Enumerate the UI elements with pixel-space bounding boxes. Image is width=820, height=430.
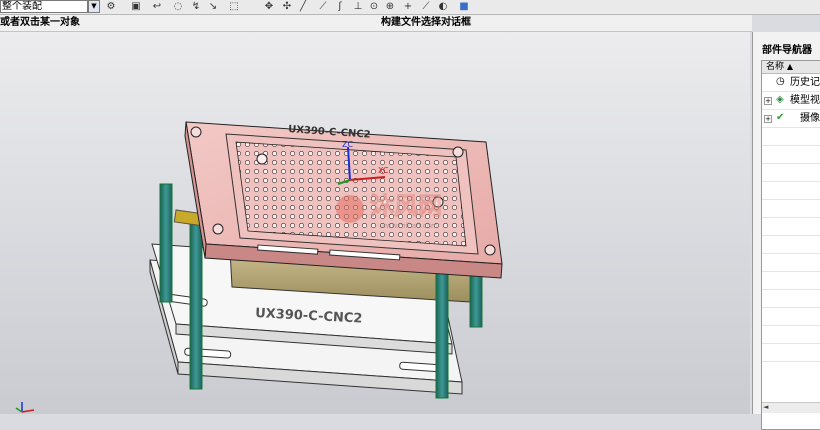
chevron-down-icon[interactable]: ▼ [88,0,100,13]
watermark-url: www.mfcad.com [380,222,438,230]
endpoint-icon[interactable]: ⟋ [317,1,329,13]
tree-row-cameras[interactable]: + ✔ 摄像机 [762,110,820,128]
spin-icon[interactable]: ◌ [172,1,184,13]
navigator-tree[interactable]: 名称 ▲ ◷ 历史记录 + ◈ 模型视图 + ✔ 摄像机 ◄ [761,60,820,430]
curve-icon[interactable]: ʃ [334,1,346,13]
add-component-icon[interactable]: ▣ [130,1,142,13]
tangent-icon[interactable]: ⟋ [420,1,432,13]
circle-center-icon[interactable]: ⊕ [384,1,396,13]
tree-row-history[interactable]: ◷ 历史记录 [762,74,820,92]
constraint-icon[interactable]: ↘ [207,1,219,13]
cube-icon[interactable]: ■ [458,1,470,13]
status-bar: 或者双击某一对象 构建文件选择对话框 [0,15,752,32]
line-icon[interactable]: ╱ [297,1,309,13]
sort-ascending-icon: ▲ [786,62,794,71]
check-icon: ✔ [776,112,785,123]
horizontal-scrollbar[interactable]: ◄ [762,402,820,413]
clock-icon: ◷ [776,76,785,87]
select-box-icon[interactable]: ⬚ [228,1,240,13]
tree-row-model-views[interactable]: + ◈ 模型视图 [762,92,820,110]
mold-model[interactable]: UX390-C-CNC2 UX390-C-CNC2 ZC XC 沐风网 www.… [0,32,750,414]
undo-icon[interactable]: ↩ [151,1,163,13]
arc-icon[interactable]: ⊙ [368,1,380,13]
move-icon[interactable]: ↯ [190,1,202,13]
svg-text:XC: XC [378,166,389,175]
point-icon[interactable]: ✣ [281,1,293,13]
expand-icon[interactable]: + [764,97,772,105]
views-icon: ◈ [776,94,784,105]
assembly-icon[interactable]: ⚙ [105,1,117,13]
snap-icon[interactable]: ✥ [263,1,275,13]
angle-icon[interactable]: ⊥ [352,1,364,13]
expand-icon[interactable]: + [764,115,772,123]
svg-text:ZC: ZC [342,140,353,149]
graphics-viewport[interactable]: UX390-C-CNC2 UX390-C-CNC2 ZC XC 沐风网 www.… [0,32,750,414]
panel-title: 部件导航器 [762,45,812,56]
view-triad-icon [15,402,35,413]
selection-filter-select[interactable]: 整个装配 [0,0,88,13]
watermark-text: 沐风网 [370,192,442,220]
cross-icon[interactable]: + [402,1,414,13]
main-toolbar: 整个装配 ▼ ⚙ ▣ ↩ ◌ ↯ ↘ ⬚ ✥ ✣ ╱ ⟋ ʃ ⊥ ⊙ ⊕ + ⟋… [0,0,820,15]
status-message: 构建文件选择对话框 [381,17,471,28]
status-prompt: 或者双击某一对象 [0,17,80,28]
column-header-name[interactable]: 名称 ▲ [762,61,820,74]
part-navigator-panel: 部件导航器 名称 ▲ ◷ 历史记录 + ◈ 模型视图 + ✔ 摄像机 ◄ [752,32,820,430]
scroll-left-icon[interactable]: ◄ [763,403,768,411]
view-orient-icon[interactable]: ◐ [437,1,449,13]
